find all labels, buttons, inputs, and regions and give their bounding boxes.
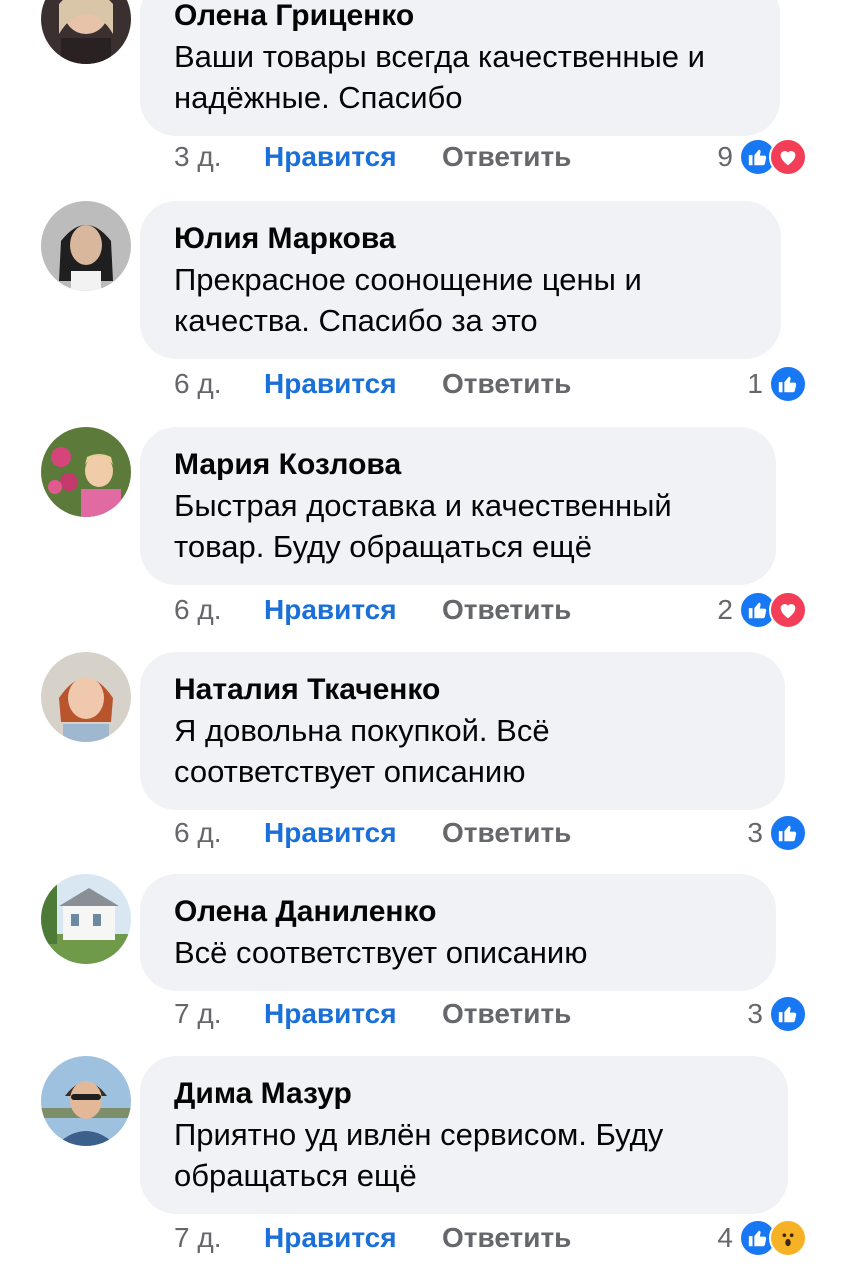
comment-text: Быстрая доставка и качественный товар. Б… xyxy=(174,488,672,564)
like-button[interactable]: Нравится xyxy=(264,998,442,1030)
love-icon xyxy=(769,138,807,176)
comment-bubble: Юлия Маркова Прекрасное соонощение цены … xyxy=(140,201,781,359)
comment-actions: 6 д. Нравится Ответить xyxy=(174,813,571,853)
comment-bubble: Дима Мазур Приятно уд ивлён сервисом. Бу… xyxy=(140,1056,788,1214)
comment-time[interactable]: 6 д. xyxy=(174,817,264,849)
reactions-count: 3 xyxy=(747,998,763,1029)
avatar[interactable] xyxy=(41,652,131,742)
reply-button[interactable]: Ответить xyxy=(442,368,571,400)
reactions-summary[interactable]: 9 xyxy=(717,137,807,177)
love-icon xyxy=(769,591,807,629)
comment-text: Прекрасное соонощение цены и качества. С… xyxy=(174,262,642,338)
reply-button[interactable]: Ответить xyxy=(442,817,571,849)
comment-actions: 6 д. Нравится Ответить xyxy=(174,590,571,630)
comment-author[interactable]: Олена Даниленко xyxy=(174,892,742,932)
reactions-count: 2 xyxy=(717,594,733,625)
comment-text: Всё соответствует описанию xyxy=(174,935,588,970)
avatar[interactable] xyxy=(41,1056,131,1146)
like-button[interactable]: Нравится xyxy=(264,1222,442,1254)
comment-bubble: Мария Козлова Быстрая доставка и качеств… xyxy=(140,427,776,585)
reactions-count: 3 xyxy=(747,817,763,848)
like-icon xyxy=(769,365,807,403)
reply-button[interactable]: Ответить xyxy=(442,594,571,626)
avatar[interactable] xyxy=(41,874,131,964)
wow-icon xyxy=(769,1219,807,1257)
like-button[interactable]: Нравится xyxy=(264,594,442,626)
avatar[interactable] xyxy=(41,427,131,517)
reactions-summary[interactable]: 3 xyxy=(747,994,807,1034)
comment-time[interactable]: 7 д. xyxy=(174,1222,264,1254)
like-button[interactable]: Нравится xyxy=(264,368,442,400)
reactions-summary[interactable]: 1 xyxy=(747,364,807,404)
reply-button[interactable]: Ответить xyxy=(442,1222,571,1254)
comment-time[interactable]: 3 д. xyxy=(174,141,264,173)
comment-time[interactable]: 6 д. xyxy=(174,368,264,400)
like-icon xyxy=(769,814,807,852)
avatar[interactable] xyxy=(41,0,131,64)
reply-button[interactable]: Ответить xyxy=(442,141,571,173)
like-icon xyxy=(769,995,807,1033)
comment-actions: 3 д. Нравится Ответить xyxy=(174,137,571,177)
reactions-count: 4 xyxy=(717,1222,733,1253)
comment-actions: 7 д. Нравится Ответить xyxy=(174,1218,571,1258)
comment-bubble: Олена Даниленко Всё соответствует описан… xyxy=(140,874,776,991)
comment-text: Приятно уд ивлён сервисом. Буду обращать… xyxy=(174,1117,664,1193)
avatar[interactable] xyxy=(41,201,131,291)
comment-author[interactable]: Наталия Ткаченко xyxy=(174,670,751,710)
like-button[interactable]: Нравится xyxy=(264,817,442,849)
reactions-summary[interactable]: 2 xyxy=(717,590,807,630)
reactions-count: 9 xyxy=(717,141,733,172)
comment-time[interactable]: 7 д. xyxy=(174,998,264,1030)
comment-actions: 7 д. Нравится Ответить xyxy=(174,994,571,1034)
comment-time[interactable]: 6 д. xyxy=(174,594,264,626)
comment-bubble: Олена Гриценко Ваши товары всегда качест… xyxy=(140,0,780,136)
reply-button[interactable]: Ответить xyxy=(442,998,571,1030)
comment-author[interactable]: Олена Гриценко xyxy=(174,0,746,36)
comment-author[interactable]: Дима Мазур xyxy=(174,1074,754,1114)
reactions-count: 1 xyxy=(747,368,763,399)
reactions-summary[interactable]: 4 xyxy=(717,1218,807,1258)
reactions-summary[interactable]: 3 xyxy=(747,813,807,853)
comment-bubble: Наталия Ткаченко Я довольна покупкой. Вс… xyxy=(140,652,785,810)
comment-text: Ваши товары всегда качественные и надёжн… xyxy=(174,39,705,115)
comment-actions: 6 д. Нравится Ответить xyxy=(174,364,571,404)
comment-author[interactable]: Юлия Маркова xyxy=(174,219,747,259)
like-button[interactable]: Нравится xyxy=(264,141,442,173)
comment-text: Я довольна покупкой. Всё соответствует о… xyxy=(174,713,550,789)
comment-author[interactable]: Мария Козлова xyxy=(174,445,742,485)
